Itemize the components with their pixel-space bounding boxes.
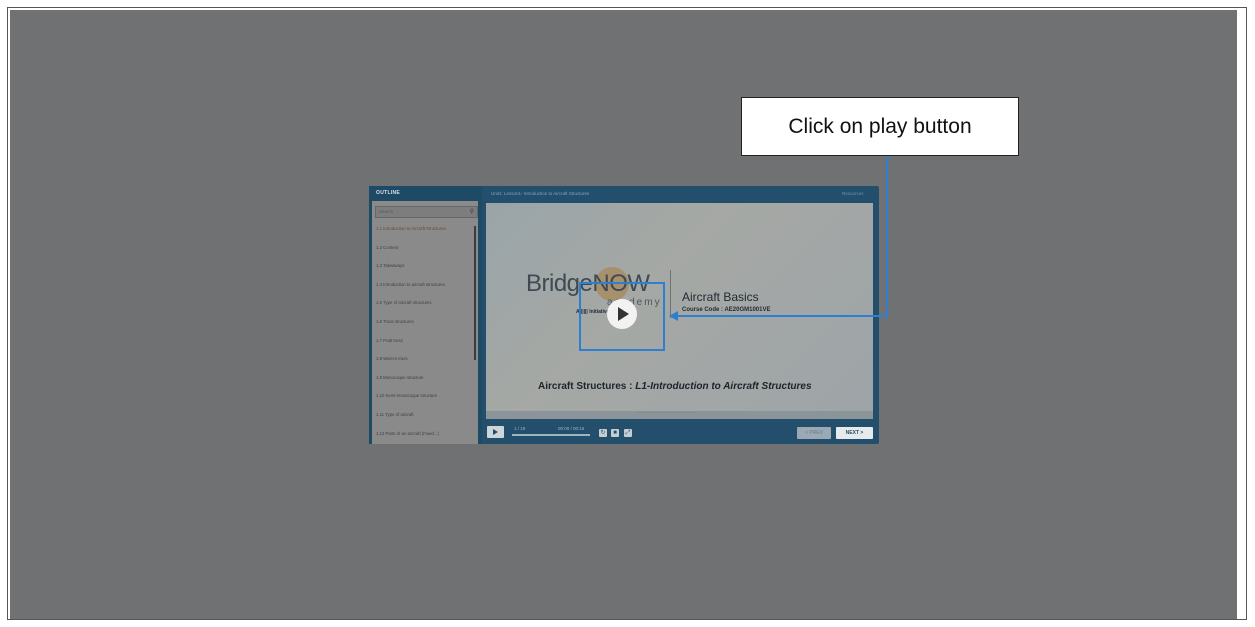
outline-item[interactable]: 1.4 Introduction to aircraft structures xyxy=(376,280,474,299)
outline-item[interactable]: 1.6 Truss structures xyxy=(376,317,474,336)
outline-item[interactable]: 1.2 Content xyxy=(376,243,474,262)
outline-list: 1.1 Introduction to Aircraft Structures 1… xyxy=(376,224,474,447)
outline-scrollbar[interactable] xyxy=(474,226,476,360)
slide-heading: Aircraft Structures : L1-Introduction to… xyxy=(538,381,812,392)
play-icon xyxy=(493,429,498,435)
instruction-callout: Click on play button xyxy=(741,97,1019,156)
search-placeholder: Search xyxy=(379,209,394,214)
course-code: Course Code : AE20GM1001VE xyxy=(682,307,771,313)
outline-item[interactable]: 1.3 Takeaways xyxy=(376,261,474,280)
outline-search-input[interactable]: Search ⚲ xyxy=(375,206,478,218)
outline-item[interactable]: 1.10 Semi-monocoque structure xyxy=(376,391,474,410)
resources-link[interactable]: Resources xyxy=(842,191,864,196)
prev-button[interactable]: < PREV xyxy=(797,427,831,439)
time-display: 00:00 / 00:15 xyxy=(558,426,585,431)
callout-connector-vertical xyxy=(886,156,888,317)
slide-heading-main: Aircraft Structures : xyxy=(538,381,636,392)
control-play-button[interactable] xyxy=(487,426,504,438)
slide-footer-text: All rights reserved to the respective ow… xyxy=(638,410,696,414)
callout-arrow-icon xyxy=(669,311,678,321)
lesson-title: Unit1: Lesson1- Introduction to Aircraft… xyxy=(491,191,590,196)
volume-icon[interactable]: ■ xyxy=(611,429,619,437)
callout-connector-horizontal xyxy=(676,315,888,317)
search-icon[interactable]: ⚲ xyxy=(470,208,474,215)
course-title: Aircraft Basics xyxy=(682,290,759,304)
outline-item[interactable]: 1.5 Type of aircraft structures xyxy=(376,298,474,317)
outline-item[interactable]: 1.11 Type of aircraft xyxy=(376,410,474,429)
slide-heading-italic: L1-Introduction to Aircraft Structures xyxy=(635,381,812,392)
outline-title: OUTLINE xyxy=(376,190,401,196)
slide-count: 1 / 19 xyxy=(514,426,526,431)
callout-text: Click on play button xyxy=(788,115,972,138)
outline-item[interactable]: 1.7 Pratt truss xyxy=(376,336,474,355)
next-button[interactable]: NEXT > xyxy=(836,427,873,439)
progress-bar[interactable] xyxy=(512,434,590,436)
fullscreen-icon[interactable]: ⤢ xyxy=(624,429,632,437)
outline-item[interactable]: 1.12 Parts of an aircraft (Fixed...) xyxy=(376,429,474,448)
replay-icon[interactable]: ↻ xyxy=(599,429,607,437)
outline-item[interactable]: 1.1 Introduction to Aircraft Structures xyxy=(376,224,474,243)
outline-item[interactable]: 1.9 Monocoque structure xyxy=(376,373,474,392)
highlight-box xyxy=(579,282,665,351)
right-strip xyxy=(1237,10,1245,619)
outline-item[interactable]: 1.8 Warren truss xyxy=(376,354,474,373)
